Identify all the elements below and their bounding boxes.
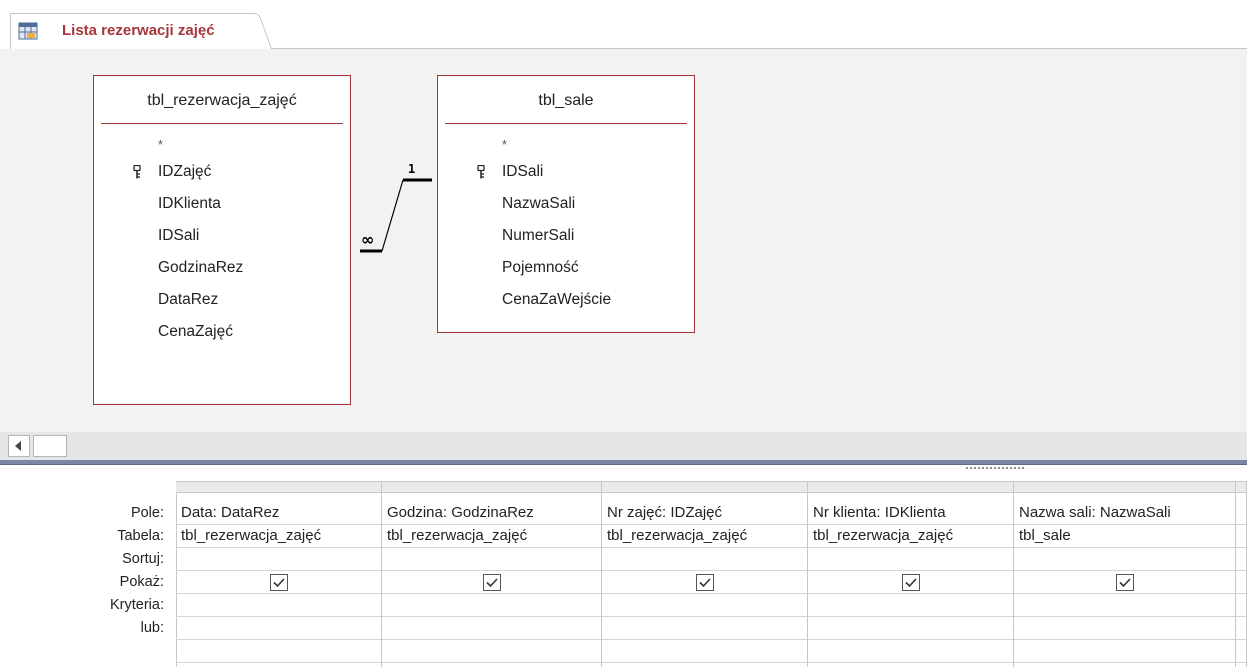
extra-cell[interactable] [808, 640, 1013, 663]
table-cell[interactable]: tbl_rezerwacja_zajęć [808, 525, 1013, 548]
row-label-table: Tabela: [117, 528, 164, 544]
extra-cell[interactable] [602, 640, 807, 663]
splitter-bar[interactable] [0, 460, 1247, 465]
relationship-join-line[interactable]: ∞ 1 [0, 49, 1247, 432]
tab-lista-rezerwacji[interactable]: Lista rezerwacji zajęć [10, 13, 272, 49]
extra-cell[interactable] [382, 640, 601, 663]
or-cell[interactable] [1014, 617, 1235, 640]
checkmark-icon [1118, 578, 1131, 588]
row-label-field: Pole: [130, 505, 164, 521]
criteria-cell[interactable] [176, 594, 381, 617]
sort-cell[interactable] [1236, 548, 1246, 571]
grid-column[interactable]: Nr zajęć: IDZajęć tbl_rezerwacja_zajęć [602, 481, 808, 667]
sort-cell[interactable] [808, 548, 1013, 571]
table-cell[interactable]: tbl_rezerwacja_zajęć [176, 525, 381, 548]
field-cell[interactable]: Data: DataRez [176, 502, 381, 525]
extra-cell[interactable] [1236, 640, 1246, 663]
show-cell [808, 571, 1013, 594]
table-cell[interactable]: tbl_rezerwacja_zajęć [602, 525, 807, 548]
sort-cell[interactable] [176, 548, 381, 571]
grid-column[interactable]: Godzina: GodzinaRez tbl_rezerwacja_zajęć [382, 481, 602, 667]
or-cell[interactable] [602, 617, 807, 640]
show-cell [176, 571, 381, 594]
grid-column[interactable]: Nr klienta: IDKlienta tbl_rezerwacja_zaj… [808, 481, 1014, 667]
show-cell[interactable] [1236, 571, 1246, 594]
document-tab-bar: Lista rezerwacji zajęć [0, 0, 1247, 49]
extra-cell[interactable] [176, 640, 381, 663]
tab-label: Lista rezerwacji zajęć [62, 22, 215, 39]
field-cell[interactable]: Godzina: GodzinaRez [382, 502, 601, 525]
column-selector[interactable] [808, 481, 1013, 493]
criteria-cell[interactable] [1014, 594, 1235, 617]
field-cell[interactable] [1236, 502, 1246, 525]
criteria-cell[interactable] [1236, 594, 1246, 617]
show-cell [382, 571, 601, 594]
row-label-sort: Sortuj: [122, 551, 164, 567]
grid-column[interactable]: Data: DataRez tbl_rezerwacja_zajęć [176, 481, 382, 667]
grid-column[interactable]: Nazwa sali: NazwaSali tbl_sale [1014, 481, 1236, 667]
or-cell[interactable] [382, 617, 601, 640]
criteria-cell[interactable] [808, 594, 1013, 617]
scroll-thumb[interactable] [33, 435, 67, 457]
splitter-grip-icon[interactable] [965, 466, 1025, 470]
or-cell[interactable] [808, 617, 1013, 640]
show-checkbox[interactable] [901, 574, 920, 591]
column-selector[interactable] [1014, 481, 1235, 493]
table-cell[interactable]: tbl_sale [1014, 525, 1235, 548]
grid-row-labels: Pole: Tabela: Sortuj: Pokaż: Kryteria: l… [0, 502, 176, 640]
or-cell[interactable] [1236, 617, 1246, 640]
table-cell[interactable] [1236, 525, 1246, 548]
pane-splitter[interactable] [0, 460, 1247, 474]
sort-cell[interactable] [602, 548, 807, 571]
query-design-pane[interactable]: tbl_rezerwacja_zajęć * IDZajęć IDKlienta… [0, 49, 1247, 432]
row-label-show: Pokaż: [119, 574, 164, 590]
many-side-label: ∞ [361, 230, 374, 249]
field-cell[interactable]: Nazwa sali: NazwaSali [1014, 502, 1235, 525]
row-label-criteria: Kryteria: [110, 597, 164, 613]
design-pane-hscrollbar[interactable] [0, 432, 1247, 460]
show-cell [1014, 571, 1235, 594]
grid-column-empty[interactable] [1236, 481, 1247, 667]
checkmark-icon [698, 578, 711, 588]
checkmark-icon [904, 578, 917, 588]
checkmark-icon [485, 578, 498, 588]
scroll-left-button[interactable] [8, 435, 30, 457]
table-cell[interactable]: tbl_rezerwacja_zajęć [382, 525, 601, 548]
extra-cell[interactable] [1014, 640, 1235, 663]
show-cell [602, 571, 807, 594]
query-design-grid: Pole: Tabela: Sortuj: Pokaż: Kryteria: l… [0, 474, 1247, 667]
criteria-cell[interactable] [382, 594, 601, 617]
column-selector[interactable] [382, 481, 601, 493]
column-selector[interactable] [1236, 481, 1246, 493]
show-checkbox[interactable] [482, 574, 501, 591]
sort-cell[interactable] [1014, 548, 1235, 571]
sort-cell[interactable] [382, 548, 601, 571]
one-side-label: 1 [408, 162, 415, 176]
join-connector [381, 179, 404, 252]
show-checkbox[interactable] [1115, 574, 1134, 591]
column-selector[interactable] [176, 481, 381, 493]
field-cell[interactable]: Nr klienta: IDKlienta [808, 502, 1013, 525]
field-cell[interactable]: Nr zajęć: IDZajęć [602, 502, 807, 525]
show-checkbox[interactable] [269, 574, 288, 591]
criteria-cell[interactable] [602, 594, 807, 617]
query-icon [18, 22, 38, 40]
column-selector[interactable] [602, 481, 807, 493]
or-cell[interactable] [176, 617, 381, 640]
checkmark-icon [272, 578, 285, 588]
row-label-or: lub: [140, 620, 164, 636]
left-arrow-icon [15, 441, 21, 451]
show-checkbox[interactable] [695, 574, 714, 591]
